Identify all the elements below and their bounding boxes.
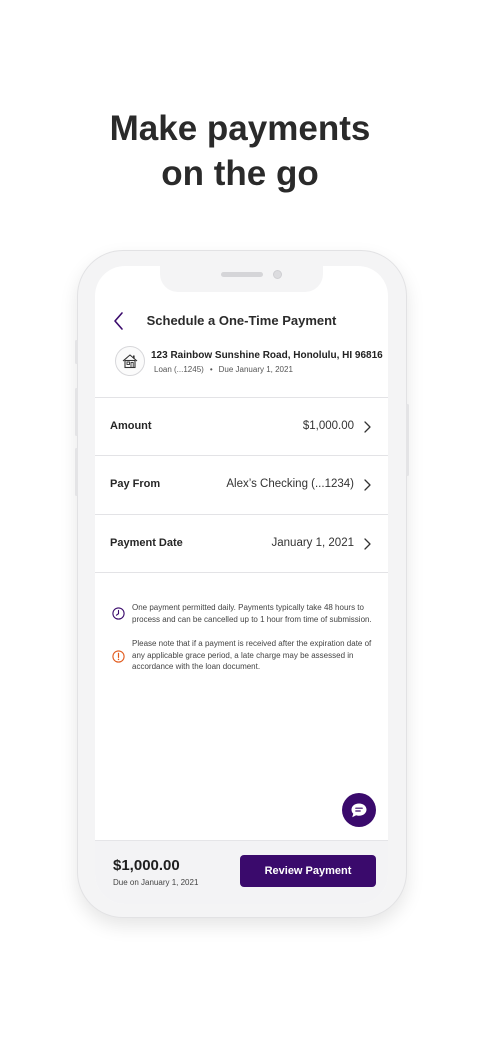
payment-total: $1,000.00 (113, 857, 180, 874)
amount-row[interactable]: Amount $1,000.00 (95, 397, 388, 456)
phone-speaker (221, 272, 263, 277)
property-address: 123 Rainbow Sunshine Road, Honolulu, HI … (151, 350, 383, 361)
review-payment-button[interactable]: Review Payment (240, 855, 376, 887)
section-divider (95, 572, 388, 573)
page-title: Schedule a One-Time Payment (146, 313, 337, 328)
phone-volume-up (75, 388, 78, 436)
chat-bubble-icon (351, 803, 367, 818)
app-screen: Schedule a One-Time Payment 123 Rainbow … (95, 266, 388, 904)
payment-date-label: Payment Date (110, 537, 183, 549)
chevron-right-icon (364, 479, 371, 491)
warning-icon (112, 650, 125, 663)
headline-line-1: Make payments (109, 109, 371, 148)
late-charge-note: Please note that if a payment is receive… (132, 639, 372, 671)
phone-silent-switch (75, 340, 78, 364)
phone-volume-down (75, 448, 78, 496)
amount-label: Amount (110, 420, 152, 432)
phone-power-button (406, 404, 409, 476)
chevron-right-icon (364, 538, 371, 550)
loan-number: Loan (...1245) (154, 365, 204, 374)
headline-line-2: on the go (161, 154, 319, 193)
phone-notch (160, 266, 323, 292)
pay-from-row[interactable]: Pay From Alex’s Checking (...1234) (95, 455, 388, 514)
payment-footer: $1,000.00 Due on January 1, 2021 Review … (95, 840, 388, 904)
phone-camera (273, 270, 282, 279)
loan-due-date: Due January 1, 2021 (218, 365, 293, 374)
chat-button[interactable] (342, 793, 376, 827)
loan-details: Loan (...1245) • Due January 1, 2021 (154, 365, 293, 374)
payment-date-value: January 1, 2021 (271, 537, 354, 549)
payment-timing-note: One payment permitted daily. Payments ty… (132, 603, 372, 624)
pay-from-label: Pay From (110, 478, 161, 490)
separator-dot: • (209, 365, 213, 374)
payment-due-text: Due on January 1, 2021 (113, 878, 199, 887)
clock-icon (112, 607, 125, 620)
amount-value: $1,000.00 (302, 420, 354, 432)
house-icon (115, 346, 145, 376)
payment-date-row[interactable]: Payment Date January 1, 2021 (95, 514, 388, 573)
marketing-headline: Make payments on the go (0, 106, 480, 196)
chevron-right-icon (364, 421, 371, 433)
pay-from-value: Alex’s Checking (...1234) (226, 478, 354, 490)
